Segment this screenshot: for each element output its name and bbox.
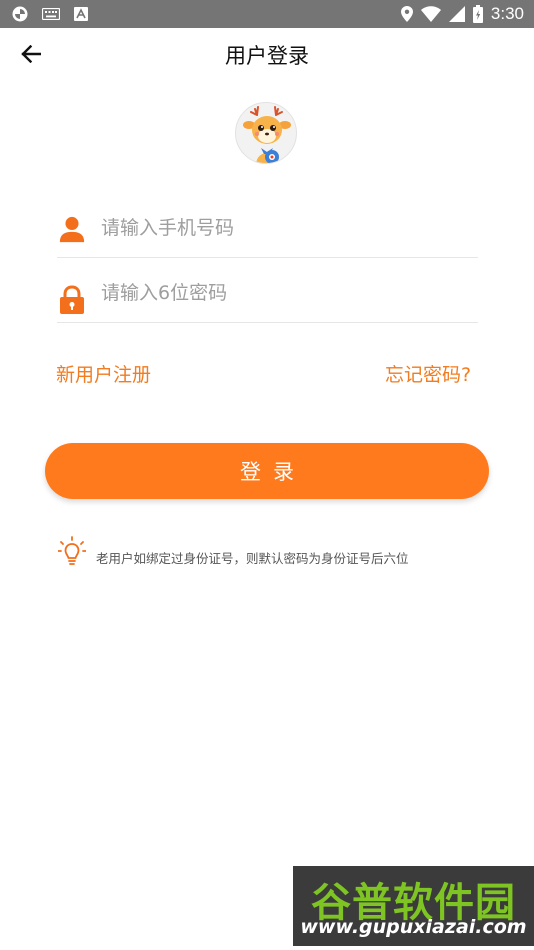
- status-bar-left: [12, 5, 88, 23]
- register-link[interactable]: 新用户注册: [56, 360, 151, 387]
- password-input[interactable]: [101, 277, 461, 309]
- lightbulb-icon: [58, 536, 86, 565]
- avatar: [235, 102, 297, 164]
- tip-text: 老用户如绑定过身份证号，则默认密码为身份证号后六位: [96, 551, 409, 566]
- status-bar-right: 3:30: [400, 4, 524, 24]
- deer-mascot-icon: [243, 106, 291, 163]
- status-time: 3:30: [490, 4, 524, 23]
- signal-icon: [448, 6, 465, 22]
- app-indicator-icon: [12, 6, 28, 22]
- location-icon: [400, 6, 413, 22]
- text-input-icon: [74, 7, 88, 21]
- person-icon: [59, 216, 85, 243]
- battery-icon: [472, 5, 483, 23]
- page-title: 用户登录: [225, 44, 309, 68]
- watermark-url: www.gupuxiazai.com: [300, 916, 527, 938]
- forgot-password-link[interactable]: 忘记密码?: [385, 360, 471, 387]
- watermark: 谷普软件园 www.gupuxiazai.com: [293, 866, 534, 946]
- phone-field: [57, 198, 478, 258]
- keyboard-icon: [42, 8, 60, 20]
- login-button[interactable]: 登录: [45, 443, 489, 499]
- phone-input[interactable]: [101, 212, 461, 244]
- status-bar: 3:30: [0, 0, 534, 28]
- lock-icon: [60, 285, 84, 314]
- app-bar: 用户登录: [0, 28, 534, 80]
- password-field: [57, 263, 478, 323]
- wifi-icon: [420, 6, 441, 22]
